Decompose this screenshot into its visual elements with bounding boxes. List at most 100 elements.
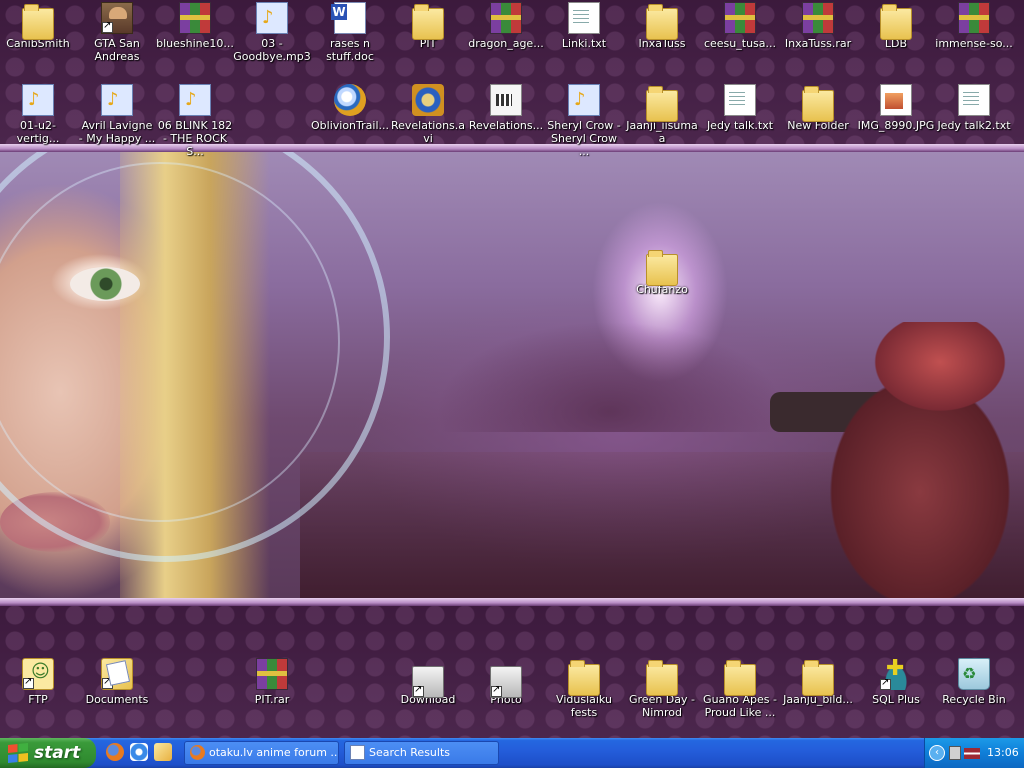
desktop-icon-obliviontrail[interactable]: OblivionTrail...	[311, 84, 389, 132]
audio-file-icon	[179, 84, 211, 116]
desktop-icon-revelations-avi[interactable]: Revelations.avi	[389, 84, 467, 145]
desktop-icon-pit-rar[interactable]: PIT.rar	[233, 658, 311, 706]
desktop-icon-img-8990-jpg[interactable]: IMG_8990.JPG	[857, 84, 935, 132]
desktop-icon-ftp[interactable]: FTP	[0, 658, 77, 706]
desktop-icon-documents[interactable]: Documents	[78, 658, 156, 706]
desktop-icon-label: ceesu_tusa...	[703, 37, 777, 50]
winrar-archive-icon	[802, 2, 834, 34]
winrar-archive-icon	[256, 658, 288, 690]
desktop-icon-gta-san-andreas[interactable]: GTA San Andreas	[78, 2, 156, 63]
desktop-icon-linki-txt[interactable]: Linki.txt	[545, 2, 623, 50]
wallpaper-stripe-top	[0, 144, 1024, 152]
desktop-icon-label: SQL Plus	[872, 693, 920, 706]
folder-icon	[646, 86, 678, 122]
desktop-icon-ldb[interactable]: LDB	[857, 2, 935, 50]
desktop-icon-sheryl-crow-sheryl-crow[interactable]: Sheryl Crow - Sheryl Crow ...	[545, 84, 623, 158]
shortcut-arrow-icon	[413, 684, 424, 697]
desktop-icon-chufanzo[interactable]: Chufanzo	[623, 248, 701, 296]
start-button[interactable]: start	[0, 738, 96, 768]
desktop-icon-jedy-talk-txt[interactable]: Jedy talk.txt	[701, 84, 779, 132]
desktop-icon-inxatuss-rar[interactable]: InxaTuss.rar	[779, 2, 857, 50]
desktop-icon-guano-apes-proud-like[interactable]: Guano Apes - Proud Like ...	[701, 658, 779, 719]
desktop-icon-sql-plus[interactable]: SQL Plus	[857, 656, 935, 706]
taskbar-button-search-results[interactable]: Search Results	[344, 741, 499, 765]
start-label: start	[34, 743, 81, 763]
taskbar-button-browser[interactable]: otaku.lv anime forum ...	[184, 741, 339, 765]
clock[interactable]: 13:06	[987, 738, 1019, 768]
desktop-icon-download[interactable]: Download	[389, 658, 467, 706]
ftp-icon	[22, 658, 54, 690]
desktop-icon-viduslaiku-fests[interactable]: Viduslaiku fests	[545, 658, 623, 719]
desktop-icon-label: Linki.txt	[561, 37, 607, 50]
firefox-icon	[190, 745, 205, 760]
folder-icon	[802, 86, 834, 122]
desktop-icon-label: Revelations.avi	[390, 119, 466, 145]
network-icon[interactable]	[949, 746, 961, 760]
desktop-icon-jedy-talk2-txt[interactable]: Jedy talk2.txt	[935, 84, 1013, 132]
search-icon	[350, 745, 365, 760]
media-player-icon[interactable]	[154, 743, 172, 761]
desktop-icon-revelations[interactable]: Revelations...	[467, 84, 545, 132]
firefox-icon[interactable]	[106, 743, 124, 761]
taskbar: start otaku.lv anime forum ... Search Re…	[0, 738, 1024, 768]
desktop-icon-immense-so[interactable]: immense-so...	[935, 2, 1013, 50]
desktop-icon-label: IMG_8990.JPG	[857, 119, 935, 132]
shortcut-arrow-icon	[102, 676, 113, 689]
desktop-icon-rases-n-stuff-doc[interactable]: rases n stuff.doc	[311, 2, 389, 63]
desktop-icon-jaanju-bild[interactable]: Jaanju_bild...	[779, 658, 857, 706]
desktop[interactable]: CanibSmithGTA San Andreasblueshine10...0…	[0, 0, 1024, 738]
language-flag-icon[interactable]	[964, 748, 980, 759]
desktop-icon-new-folder[interactable]: New Folder	[779, 84, 857, 132]
desktop-icon-06-blink-182-the-rock-s[interactable]: 06 BLINK 182 - THE ROCK S...	[156, 84, 234, 158]
folder-icon	[802, 660, 834, 696]
desktop-icon-label: PIT.rar	[254, 693, 290, 706]
desktop-icon-pit[interactable]: PIT	[389, 2, 467, 50]
desktop-icon-label: Jedy talk2.txt	[937, 119, 1011, 132]
winrar-archive-icon	[958, 2, 990, 34]
desktop-icon-label: 03 - Goodbye.mp3	[233, 37, 311, 63]
desktop-icon-recycle-bin[interactable]: Recycle Bin	[935, 658, 1013, 706]
desktop-icon-label: Documents	[85, 693, 149, 706]
game-shortcut-icon	[101, 2, 133, 34]
desktop-icon-label: rases n stuff.doc	[326, 37, 374, 63]
text-file-icon	[958, 84, 990, 116]
desktop-icon-01-u2-vertig[interactable]: 01-u2-vertig...	[0, 84, 77, 145]
internet-explorer-icon[interactable]	[130, 743, 148, 761]
text-file-icon	[568, 2, 600, 34]
folder-icon	[646, 660, 678, 696]
shortcut-arrow-icon	[102, 20, 113, 33]
desktop-icon-green-day-nimrod[interactable]: Green Day - Nimrod	[623, 658, 701, 719]
desktop-icon-label: Guano Apes - Proud Like ...	[703, 693, 777, 719]
desktop-icon-label: GTA San Andreas	[94, 37, 140, 63]
text-file-icon	[724, 84, 756, 116]
shortcut-arrow-icon	[23, 676, 34, 689]
wallpaper-panorama	[0, 152, 1024, 598]
desktop-icon-canibsmith[interactable]: CanibSmith	[0, 2, 77, 50]
desktop-icon-label: Viduslaiku fests	[556, 693, 612, 719]
image-file-icon	[880, 84, 912, 116]
desktop-icon-label: Jaanji_iisumaa	[626, 119, 698, 145]
media-player-file-icon	[334, 84, 366, 116]
desktop-icon-label: Revelations...	[468, 119, 544, 132]
folder-icon	[412, 4, 444, 40]
desktop-icon-label: immense-so...	[935, 37, 1013, 50]
folder-icon	[646, 4, 678, 40]
desktop-icon-photo[interactable]: Photo	[467, 658, 545, 706]
desktop-icon-avril-lavigne-my-happy[interactable]: Avril Lavigne - My Happy ...	[78, 84, 156, 145]
desktop-icon-blueshine10[interactable]: blueshine10...	[156, 2, 234, 50]
documents-icon	[101, 658, 133, 690]
desktop-icon-ceesu-tusa[interactable]: ceesu_tusa...	[701, 2, 779, 50]
winrar-archive-icon	[179, 2, 211, 34]
word-document-icon	[331, 2, 366, 34]
desktop-icon-label: Avril Lavigne - My Happy ...	[78, 119, 156, 145]
audio-file-icon	[101, 84, 133, 116]
desktop-icon-03-goodbye-mp3[interactable]: 03 - Goodbye.mp3	[233, 2, 311, 63]
desktop-icon-dragon-age[interactable]: dragon_age...	[467, 2, 545, 50]
folder-icon	[646, 250, 678, 286]
desktop-icon-jaanji-iisumaa[interactable]: Jaanji_iisumaa	[623, 84, 701, 145]
desktop-icon-inxatuss[interactable]: InxaTuss	[623, 2, 701, 50]
winrar-archive-icon	[490, 2, 522, 34]
audio-file-icon	[22, 84, 54, 116]
desktop-icon-label: Jedy talk.txt	[706, 119, 774, 132]
show-hidden-icons-button[interactable]: ‹	[929, 745, 945, 761]
